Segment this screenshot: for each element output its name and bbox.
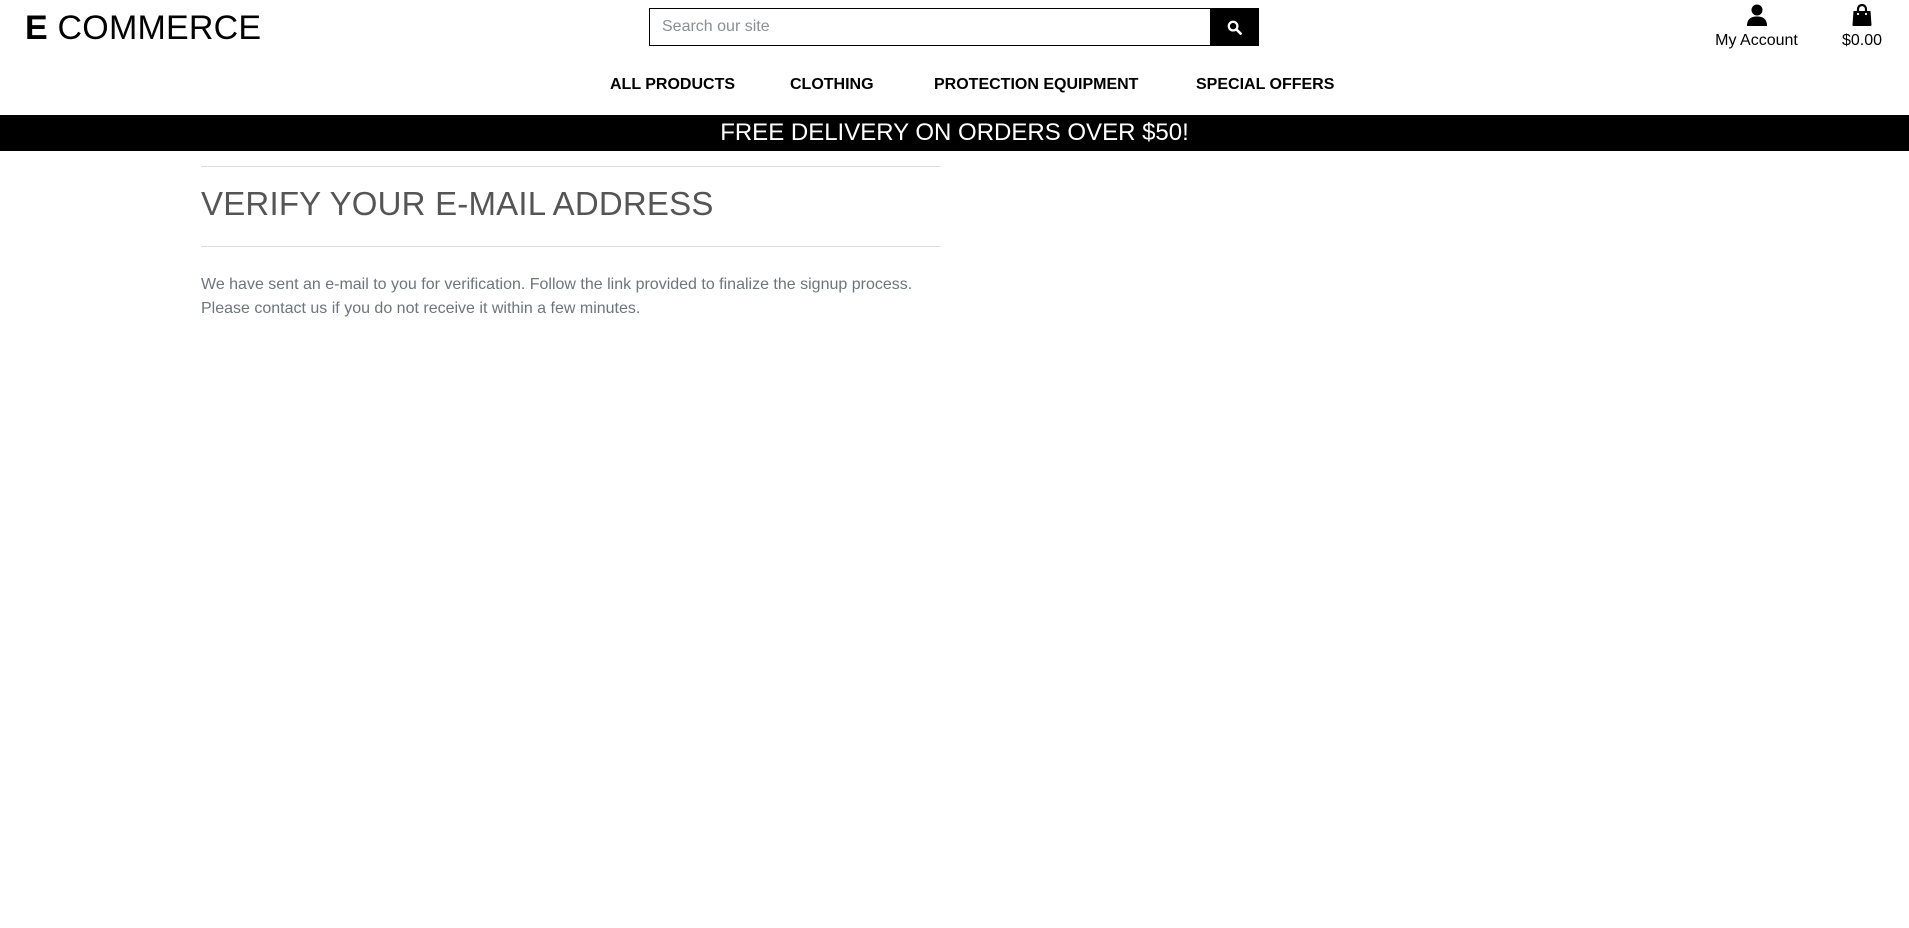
- site-logo[interactable]: E COMMERCE: [25, 8, 261, 48]
- logo-rest-text: COMMERCE: [57, 9, 262, 47]
- search-form: [649, 8, 1259, 46]
- nav-item-special-offers[interactable]: SPECIAL OFFERS: [1196, 76, 1334, 94]
- main-content: VERIFY YOUR E-MAIL ADDRESS We have sent …: [201, 166, 940, 321]
- banner-text: FREE DELIVERY ON ORDERS OVER $50!: [720, 119, 1189, 146]
- cart-total: $0.00: [1841, 32, 1883, 49]
- shopping-bag-icon: [1852, 4, 1872, 26]
- nav-item-clothing[interactable]: CLOTHING: [790, 76, 874, 94]
- search-button[interactable]: [1210, 8, 1259, 46]
- user-icon: [1746, 4, 1767, 26]
- verification-message: We have sent an e-mail to you for verifi…: [201, 273, 940, 321]
- title-divider: [201, 246, 940, 247]
- cart-link[interactable]: $0.00: [1836, 2, 1888, 51]
- search-input[interactable]: [649, 8, 1210, 46]
- my-account-link[interactable]: My Account: [1709, 2, 1804, 51]
- my-account-label: My Account: [1715, 32, 1798, 49]
- free-delivery-banner: FREE DELIVERY ON ORDERS OVER $50!: [0, 115, 1909, 151]
- site-header: E COMMERCE My Account: [0, 0, 1909, 115]
- main-nav: ALL PRODUCTS CLOTHING PROTECTION EQUIPME…: [0, 76, 1909, 98]
- nav-item-protection-equipment[interactable]: PROTECTION EQUIPMENT: [934, 76, 1138, 94]
- message-line-1: We have sent an e-mail to you for verifi…: [201, 276, 913, 293]
- message-line-2: Please contact us if you do not receive …: [201, 300, 641, 317]
- logo-strong-text: E: [25, 9, 48, 47]
- search-icon: [1227, 20, 1242, 35]
- nav-item-all-products[interactable]: ALL PRODUCTS: [610, 76, 735, 94]
- page-title: VERIFY YOUR E-MAIL ADDRESS: [201, 185, 714, 222]
